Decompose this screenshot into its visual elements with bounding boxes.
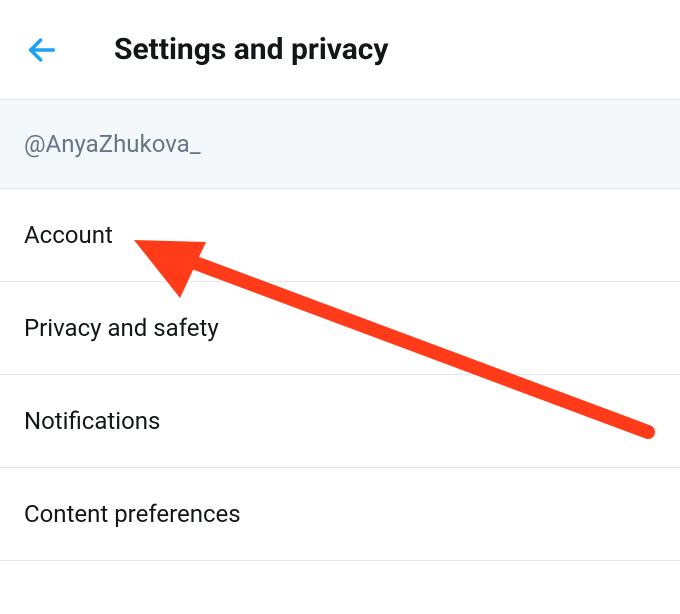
menu-item-content-preferences[interactable]: Content preferences [0,468,680,561]
menu-item-account[interactable]: Account [0,189,680,282]
menu-item-label: Content preferences [24,500,241,528]
user-section: @AnyaZhukova_ [0,100,680,189]
menu-item-label: Notifications [24,407,160,435]
menu-item-label: Account [24,221,113,249]
back-button[interactable] [20,28,64,72]
menu-item-privacy[interactable]: Privacy and safety [0,282,680,375]
username-handle: @AnyaZhukova_ [24,130,201,158]
menu-item-label: Privacy and safety [24,314,219,342]
back-arrow-icon [25,33,59,67]
menu-item-notifications[interactable]: Notifications [0,375,680,468]
page-title: Settings and privacy [114,32,389,67]
header-bar: Settings and privacy [0,0,680,100]
